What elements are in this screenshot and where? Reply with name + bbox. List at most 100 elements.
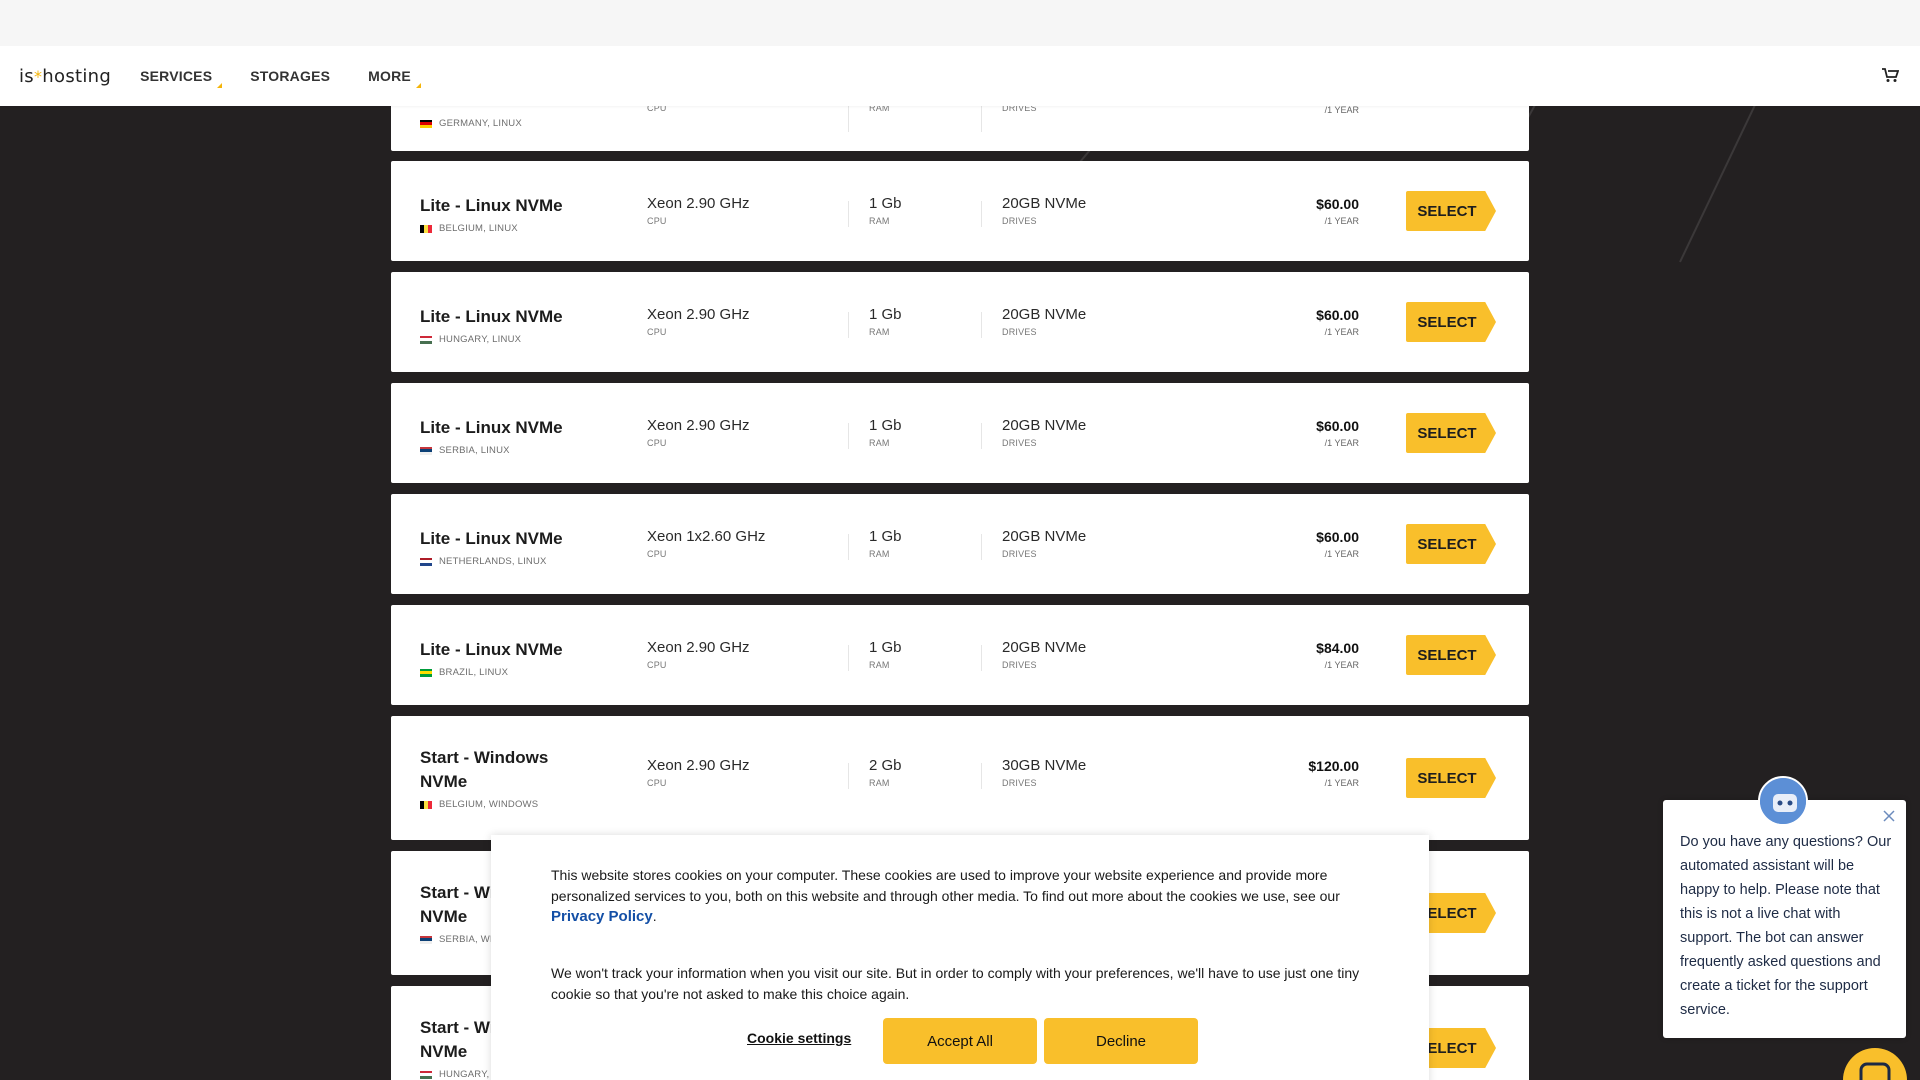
chat-launcher-button[interactable] xyxy=(1843,1048,1907,1080)
dropdown-triangle-icon xyxy=(217,83,223,88)
ram-value: 1 Gb xyxy=(869,306,902,323)
cpu-spec: Xeon 2.90 GHz CPU xyxy=(647,639,750,670)
drives-spec: 20GB NVMe DRIVES xyxy=(1002,417,1086,448)
plan-location-text: BRAZIL, LINUX xyxy=(439,667,509,678)
ram-spec: 1 Gb RAM xyxy=(869,528,902,559)
select-button[interactable]: SELECT xyxy=(1406,758,1496,798)
drives-value: 20GB NVMe xyxy=(1002,306,1087,323)
cpu-value: Xeon 2.90 GHz xyxy=(647,306,750,323)
spec-divider xyxy=(848,106,849,132)
flag-germany-icon xyxy=(420,119,432,128)
flag-belgium-icon xyxy=(420,800,432,809)
drives-label: DRIVES xyxy=(1002,660,1037,670)
plan-price: $120.00/1 YEAR xyxy=(1308,757,1359,788)
plan-title: Lite - Linux NVMe xyxy=(420,418,563,437)
plan-location: SERBIA, LINUX xyxy=(420,445,510,456)
ram-value: 1 Gb xyxy=(869,639,902,656)
cpu-value: Xeon 2.90 GHz xyxy=(647,639,750,656)
plan-price: $84.00/1 YEAR xyxy=(1316,639,1359,670)
ram-value: 1 Gb xyxy=(869,195,902,212)
price-period: /1 YEAR xyxy=(1324,660,1359,670)
flag-brazil-icon xyxy=(420,668,432,677)
ram-label: RAM xyxy=(869,778,890,788)
cpu-spec: Xeon 2.90 GHz CPU xyxy=(647,306,750,337)
price-value: $60.00 xyxy=(1316,196,1359,212)
cart-icon[interactable] xyxy=(1881,67,1899,83)
ram-spec: 1 Gb RAM xyxy=(869,195,902,226)
ram-label: RAM xyxy=(869,549,890,559)
spec-divider xyxy=(848,423,849,449)
ram-label: RAM xyxy=(869,660,890,670)
drives-spec: 20GB NVMe DRIVES xyxy=(1002,528,1086,559)
ram-value: 1 Gb xyxy=(869,417,902,434)
cpu-value: Xeon 2.90 GHz xyxy=(647,417,750,434)
drives-label: DRIVES xyxy=(1002,778,1037,788)
plan-location-text: GERMANY, LINUX xyxy=(439,118,522,129)
select-button[interactable]: SELECT xyxy=(1406,524,1496,564)
plan-location: HUNGARY, LINUX xyxy=(420,334,521,345)
ram-value: 1 Gb xyxy=(869,528,902,545)
price-value: $120.00 xyxy=(1308,758,1359,774)
select-button[interactable]: SELECT xyxy=(1406,191,1496,231)
chat-message: Do you have any questions? Our automated… xyxy=(1680,834,1892,1018)
select-button[interactable]: SELECT xyxy=(1406,413,1496,453)
price-period: /1 YEAR xyxy=(1324,105,1359,115)
chat-bubble-icon xyxy=(1859,1062,1891,1080)
spec-divider xyxy=(848,534,849,560)
spec-divider xyxy=(981,763,982,789)
cpu-label: CPU xyxy=(647,438,667,448)
select-button[interactable]: SELECT xyxy=(1406,302,1496,342)
plan-title: Lite - Linux NVMe xyxy=(420,529,563,548)
price-value: $60.00 xyxy=(1316,529,1359,545)
chatbot-avatar xyxy=(1758,776,1808,826)
price-value: $60.00 xyxy=(1316,418,1359,434)
drives-value: 30GB NVMe xyxy=(1002,757,1087,774)
plan-price: $60.00/1 YEAR xyxy=(1316,528,1359,559)
cookie-settings-link[interactable]: Cookie settings xyxy=(747,1030,851,1046)
select-button[interactable]: SELECT xyxy=(1406,635,1496,675)
logo-text-post: hosting xyxy=(42,65,112,87)
plan-title: Lite - Linux NVMe xyxy=(420,640,563,659)
price-period: /1 YEAR xyxy=(1324,778,1359,788)
cpu-value: Xeon 2.90 GHz xyxy=(647,757,750,774)
main-navbar: is*hosting SERVICES STORAGES MORE xyxy=(0,46,1920,106)
ram-label: RAM xyxy=(869,327,890,337)
plan-location-text: HUNGARY, LINUX xyxy=(439,334,522,345)
price-period: /1 YEAR xyxy=(1324,549,1359,559)
plan-title: Start - Windows NVMe xyxy=(420,748,549,791)
price-period: /1 YEAR xyxy=(1324,438,1359,448)
nav-services-label: SERVICES xyxy=(140,68,213,84)
plan-price: $60.00/1 YEAR xyxy=(1316,417,1359,448)
nav-services[interactable]: SERVICES xyxy=(140,68,223,88)
plan-location: GERMANY, LINUX xyxy=(420,118,522,129)
price-period: /1 YEAR xyxy=(1324,327,1359,337)
plan-row: Lite - Linux NVMe NETHERLANDS, LINUX Xeon … xyxy=(391,494,1529,594)
spec-divider xyxy=(848,201,849,227)
price-period: /1 YEAR xyxy=(1324,216,1359,226)
privacy-policy-link[interactable]: Privacy Policy xyxy=(551,908,653,925)
spec-divider xyxy=(848,312,849,338)
drives-spec: 30GB NVMe DRIVES xyxy=(1002,757,1086,788)
ram-spec: 1 Gb RAM xyxy=(869,306,902,337)
ram-spec: 1 Gb RAM xyxy=(869,639,902,670)
cookie-text-1: This website stores cookies on your comp… xyxy=(551,867,1340,925)
decline-button[interactable]: Decline xyxy=(1044,1018,1198,1064)
spec-divider xyxy=(981,423,982,449)
plan-row: Lite - Linux NVMe HUNGARY, LINUX Xeon 2.90… xyxy=(391,272,1529,372)
cookie-banner: This website stores cookies on your comp… xyxy=(491,835,1429,1080)
accept-all-button[interactable]: Accept All xyxy=(883,1018,1037,1064)
plan-price: $60.00/1 YEAR xyxy=(1316,306,1359,337)
flag-belgium-icon xyxy=(420,224,432,233)
cpu-label: CPU xyxy=(647,549,667,559)
nav-more[interactable]: MORE xyxy=(368,68,421,88)
close-icon[interactable] xyxy=(1882,809,1896,823)
cpu-spec: Xeon 1x2.60 GHz CPU xyxy=(647,528,765,559)
drives-spec: 20GB NVMe DRIVES xyxy=(1002,639,1086,670)
drives-value: 20GB NVMe xyxy=(1002,639,1087,656)
ram-label: RAM xyxy=(869,438,890,448)
logo[interactable]: is*hosting xyxy=(19,66,111,87)
nav-storages[interactable]: STORAGES xyxy=(250,68,338,84)
flag-serbia-icon xyxy=(420,935,432,944)
drives-label: DRIVES xyxy=(1002,549,1037,559)
plan-location: BELGIUM, LINUX xyxy=(420,223,518,234)
